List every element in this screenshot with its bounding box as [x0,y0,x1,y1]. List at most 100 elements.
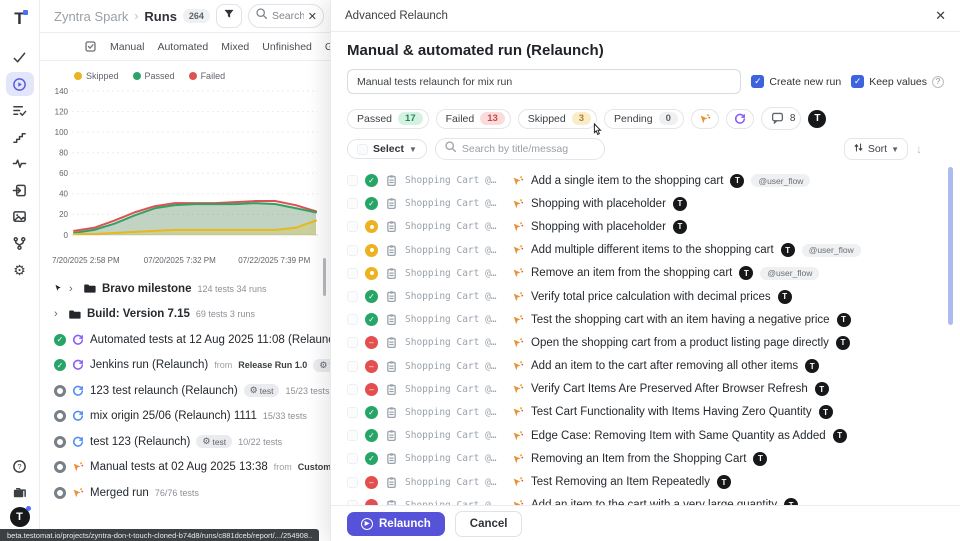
rail-item-steps-icon[interactable] [6,125,34,149]
test-row[interactable]: ✓Shopping Cart @…Shopping with placehold… [347,192,944,215]
tree-folder-row[interactable]: ›Bravo milestone124 tests 34 runs [40,276,330,302]
tree-run-row[interactable]: Merged run76/76 tests [40,480,330,506]
select-dropdown[interactable]: Select ▼ [347,139,427,159]
drag-cursor-icon[interactable] [54,284,63,293]
clear-search-icon[interactable]: ✕ [308,10,317,23]
modal-scrollbar[interactable] [948,167,953,325]
test-row[interactable]: ✓Shopping Cart @…Test Cart Functionality… [347,401,944,424]
breadcrumb-project[interactable]: Zyntra Spark [54,9,128,24]
assignee-filter-avatar[interactable]: T [808,110,826,128]
test-row[interactable]: ✓Shopping Cart @…Removing an Item from t… [347,447,944,470]
test-checkbox[interactable] [347,453,358,464]
test-assignee-avatar: T [778,290,792,304]
filter-chip-pending[interactable]: Pending0 [604,109,684,129]
clipboard-icon [385,313,398,326]
test-status-failed-icon: – [365,360,378,373]
rail-item-import-icon[interactable] [6,178,34,202]
legend-failed[interactable]: Failed [189,71,226,81]
automated-icon [72,359,84,371]
rail-item-image-icon[interactable] [6,205,34,229]
tab-unfinished[interactable]: Unfinished [262,41,312,53]
test-row[interactable]: –Shopping Cart @…Open the shopping cart … [347,331,944,354]
test-checkbox[interactable] [347,268,358,279]
tree-run-row[interactable]: 123 test relaunch (Relaunch)⚙test15/23 t… [40,378,330,404]
select-runs-icon[interactable] [84,40,97,53]
tab-mixed[interactable]: Mixed [221,41,249,53]
tree-run-row[interactable]: mix origin 25/06 (Relaunch) 111115/33 te… [40,404,330,430]
checkbox-checked-icon[interactable]: ✓ [751,75,764,88]
test-checkbox[interactable] [347,337,358,348]
rail-item-gear-icon[interactable]: ⚙ [6,258,34,282]
test-checkbox[interactable] [347,384,358,395]
folder-icon [68,308,81,321]
test-checkbox[interactable] [347,430,358,441]
filter-chip-comments[interactable]: 8 [761,107,802,130]
tree-run-row[interactable]: test 123 (Relaunch)⚙test10/22 tests [40,429,330,455]
test-row[interactable]: –Shopping Cart @…Test Removing an Item R… [347,470,944,493]
test-row[interactable]: ✓Shopping Cart @…Edge Case: Removing Ite… [347,424,944,447]
run-name-input[interactable] [347,69,741,94]
modal-footer: ▶ Relaunch Cancel [331,505,960,541]
test-group: Shopping Cart @… [405,245,505,256]
app-logo[interactable]: T [14,9,24,29]
download-icon[interactable]: ↓ [916,142,922,156]
test-checkbox[interactable] [347,221,358,232]
test-row[interactable]: ✓Shopping Cart @…Verify total price calc… [347,285,944,308]
test-row[interactable]: Shopping Cart @…Remove an item from the … [347,262,944,285]
filter-chip-automated-icon[interactable] [726,109,754,129]
test-checkbox[interactable] [347,175,358,186]
relaunch-button[interactable]: ▶ Relaunch [347,512,445,536]
test-search-input[interactable]: Search by title/messag [435,138,605,160]
test-row[interactable]: Shopping Cart @…Add multiple different i… [347,239,944,262]
test-checkbox[interactable] [347,291,358,302]
tree-run-row[interactable]: ✓Jenkins run (Relaunch)fromRelease Run 1… [40,353,330,379]
test-row[interactable]: ✓Shopping Cart @…Test the shopping cart … [347,308,944,331]
checkbox-create-new-run[interactable]: ✓Create new run [751,75,841,88]
tree-run-row[interactable]: Manual tests at 02 Aug 2025 13:38fromCus… [40,455,330,481]
test-checkbox[interactable] [347,407,358,418]
test-checkbox[interactable] [347,245,358,256]
chevron-right-icon[interactable]: › [54,308,62,320]
legend-skipped[interactable]: Skipped [74,71,119,81]
rail-item-folders-icon[interactable] [6,481,34,505]
test-row[interactable]: Shopping Cart @…Shopping with placeholde… [347,215,944,238]
filter-chip-manual-icon[interactable] [691,109,719,129]
test-checkbox[interactable] [347,314,358,325]
manual-icon [512,360,524,372]
tree-run-row[interactable]: ✓Automated tests at 12 Aug 2025 11:08 (R… [40,327,330,353]
test-status-passed-icon: ✓ [365,174,378,187]
clipboard-icon [385,429,398,442]
left-panel-scrollbar[interactable] [323,258,326,296]
rail-item-branch-icon[interactable] [6,231,34,255]
filter-chip-skipped[interactable]: Skipped3 [518,109,597,129]
select-all-checkbox[interactable] [357,144,368,155]
filter-chip-passed[interactable]: Passed17 [347,109,429,129]
rail-item-pulse-icon[interactable] [6,152,34,176]
test-checkbox[interactable] [347,477,358,488]
runs-search-input[interactable]: Search [C ✕ [248,4,324,28]
rail-item-tasks-icon[interactable] [6,99,34,123]
tab-manual[interactable]: Manual [110,41,144,53]
rail-item-help-icon[interactable]: ? [6,454,34,478]
sort-button[interactable]: Sort ▼ [844,138,908,160]
chevron-right-icon[interactable]: › [69,283,77,295]
filter-chip-failed[interactable]: Failed13 [436,109,511,129]
tree-folder-row[interactable]: ›Build: Version 7.1569 tests 3 runs [40,302,330,328]
checkbox-checked-icon[interactable]: ✓ [851,75,864,88]
checkbox-keep-values[interactable]: ✓Keep values? [851,75,944,88]
legend-passed[interactable]: Passed [133,71,175,81]
test-title: Add a single item to the shopping cart [531,175,723,187]
close-icon[interactable]: ✕ [935,8,946,24]
filter-button[interactable] [216,4,242,28]
test-row[interactable]: ✓Shopping Cart @…Add a single item to th… [347,169,944,192]
test-row[interactable]: –Shopping Cart @…Add an item to the cart… [347,355,944,378]
test-row[interactable]: –Shopping Cart @…Verify Cart Items Are P… [347,378,944,401]
rail-item-runs-icon[interactable] [6,72,34,96]
test-checkbox[interactable] [347,198,358,209]
help-icon[interactable]: ? [932,76,944,88]
cancel-button[interactable]: Cancel [455,511,523,537]
rail-item-check-icon[interactable] [6,46,34,70]
tab-automated[interactable]: Automated [157,41,208,53]
user-avatar[interactable]: T [10,507,30,527]
test-checkbox[interactable] [347,361,358,372]
